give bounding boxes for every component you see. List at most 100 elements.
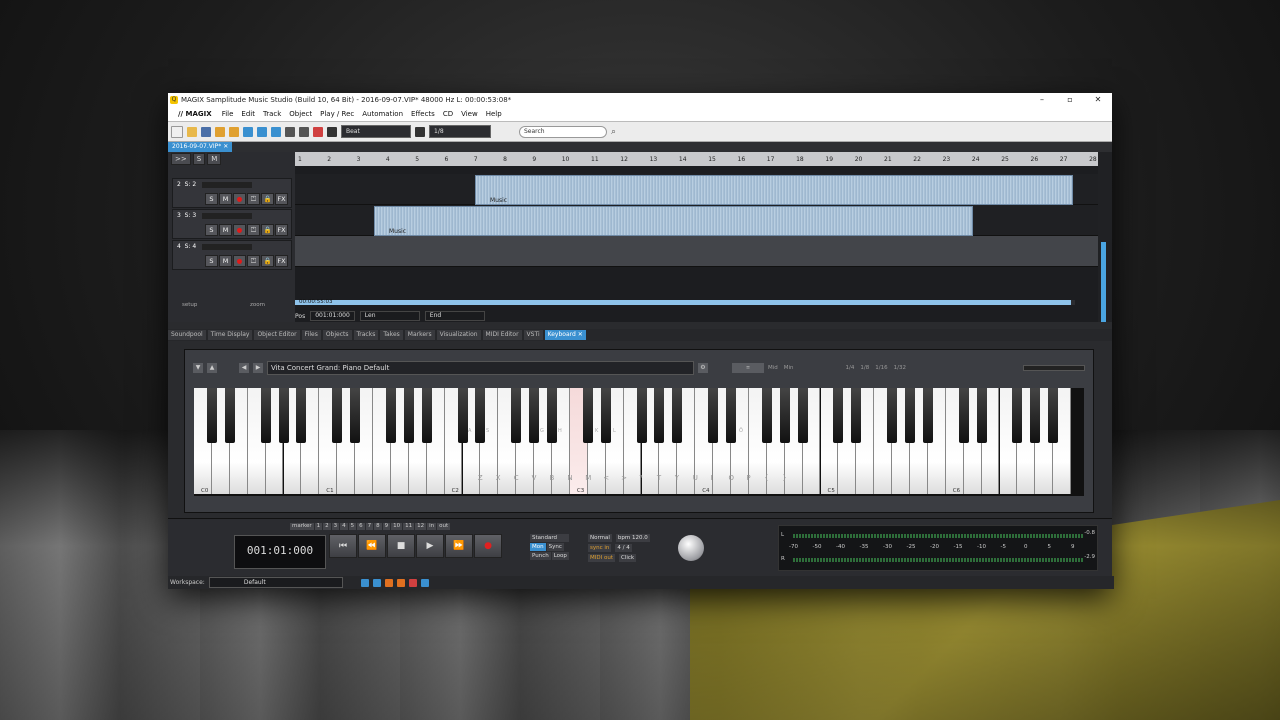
marker-button[interactable]: 1 — [314, 523, 323, 530]
maximize-button[interactable]: ▫ — [1056, 95, 1084, 104]
monitor-button[interactable]: ⏍ — [247, 255, 260, 267]
black-key[interactable] — [206, 388, 217, 443]
pos-field[interactable]: 001:01:000 — [310, 311, 355, 321]
black-key[interactable] — [797, 388, 808, 443]
len-field[interactable]: Len — [359, 311, 420, 321]
eraser-icon[interactable] — [313, 126, 323, 137]
marker-button[interactable]: 8 — [374, 523, 382, 530]
tab-vsti[interactable]: VSTi — [523, 330, 543, 340]
track-2[interactable]: 2 S: 2 S M ● ⏍ 🔒 FX — [172, 178, 292, 208]
black-key[interactable] — [511, 388, 522, 443]
record-arm-button[interactable]: ● — [233, 193, 246, 205]
menu-track[interactable]: Track — [263, 110, 281, 118]
horizontal-scrollbar[interactable]: 00:00:55:03 — [295, 299, 1075, 305]
lock-button[interactable]: 🔒 — [261, 224, 274, 236]
black-key[interactable] — [600, 388, 611, 443]
black-key[interactable] — [922, 388, 933, 443]
solo-all-button[interactable]: S — [192, 153, 206, 165]
black-key[interactable] — [833, 388, 844, 443]
mute-button[interactable]: M — [219, 224, 232, 236]
tab-objects[interactable]: Objects — [322, 330, 352, 340]
black-key[interactable] — [278, 388, 289, 443]
black-key[interactable] — [636, 388, 647, 443]
out-button[interactable]: out — [437, 523, 451, 530]
black-key[interactable] — [260, 388, 271, 443]
black-key[interactable] — [851, 388, 862, 443]
black-key[interactable] — [887, 388, 898, 443]
fast-forward-button[interactable]: ⏩ — [445, 534, 473, 558]
tab-takes[interactable]: Takes — [380, 330, 403, 340]
solo-button[interactable]: S — [205, 193, 218, 205]
black-key[interactable] — [421, 388, 432, 443]
lock-button[interactable]: 🔒 — [261, 193, 274, 205]
fx-button[interactable]: FX — [275, 193, 288, 205]
monitor-button[interactable]: ⏍ — [247, 224, 260, 236]
scroll-thumb[interactable] — [295, 300, 1071, 305]
black-key[interactable] — [1030, 388, 1041, 443]
record-button[interactable]: ● — [474, 534, 502, 558]
black-key[interactable] — [529, 388, 540, 443]
fx-tool-icon[interactable] — [420, 578, 429, 587]
menu-help[interactable]: Help — [486, 110, 502, 118]
tab-visualization[interactable]: Visualization — [436, 330, 481, 340]
black-key[interactable] — [761, 388, 772, 443]
fx-button[interactable]: FX — [275, 255, 288, 267]
monitor-button[interactable]: ⏍ — [247, 193, 260, 205]
range-tool-icon[interactable] — [229, 126, 239, 137]
marker-button[interactable]: 4 — [340, 523, 348, 530]
arpeggiator-icon[interactable]: ⠶ — [732, 363, 764, 373]
rewind-start-button[interactable]: ⏮ — [329, 534, 357, 558]
black-key[interactable] — [779, 388, 790, 443]
marker-button[interactable]: 9 — [382, 523, 391, 530]
track-3[interactable]: 3 S: 3 S M ● ⏍ 🔒 FX — [172, 209, 292, 239]
track-3-lane[interactable]: Music — [295, 205, 1098, 236]
marker-button[interactable]: 11 — [403, 523, 415, 530]
octave-up-icon[interactable]: ▲ — [207, 363, 217, 373]
end-field[interactable]: End — [424, 311, 485, 321]
grid-tool-icon[interactable] — [271, 126, 281, 137]
black-key[interactable] — [726, 388, 736, 443]
play-mode-select[interactable]: Normal — [588, 534, 612, 542]
audio-clip[interactable]: Music — [475, 175, 1073, 205]
transport-mode-select[interactable]: Standard — [530, 534, 569, 542]
menu-edit[interactable]: Edit — [241, 110, 255, 118]
arrange-tool-icon[interactable] — [257, 126, 267, 137]
close-button[interactable]: ✕ — [1084, 95, 1112, 104]
black-key[interactable] — [224, 388, 235, 443]
lock-button[interactable]: 🔒 — [261, 255, 274, 267]
snap-mode-select[interactable]: Beat — [341, 125, 411, 138]
grid-value-select[interactable]: 1/8 — [429, 125, 491, 138]
black-key[interactable] — [1048, 388, 1059, 443]
play-button[interactable]: ▶ — [416, 534, 444, 558]
layout-icon[interactable] — [360, 578, 369, 587]
in-button[interactable]: in — [427, 523, 437, 530]
expand-button[interactable]: >> — [171, 153, 191, 165]
black-key[interactable] — [582, 388, 593, 443]
tab-files[interactable]: Files — [301, 330, 321, 340]
record-arm-button[interactable]: ● — [233, 255, 246, 267]
stop-button[interactable]: ■ — [387, 534, 415, 558]
undo-icon[interactable] — [285, 126, 295, 137]
marker-button[interactable]: 10 — [391, 523, 403, 530]
track-4[interactable]: 4 S: 4 S M ● ⏍ 🔒 FX — [172, 240, 292, 270]
cut-tool-icon[interactable] — [243, 126, 253, 137]
octave-down-icon[interactable]: ▼ — [193, 363, 203, 373]
tab-markers[interactable]: Markers — [404, 330, 435, 340]
black-key[interactable] — [1012, 388, 1023, 443]
preset-prev-icon[interactable]: ◀ — [239, 363, 249, 373]
time-display[interactable]: 001:01:000 — [234, 535, 326, 569]
time-signature-field[interactable]: 4 / 4 — [615, 544, 632, 552]
black-key[interactable] — [654, 388, 665, 443]
menu-file[interactable]: File — [222, 110, 234, 118]
menu-play-rec[interactable]: Play / Rec — [320, 110, 354, 118]
mute-all-button[interactable]: M — [207, 153, 222, 165]
punch-toggle[interactable]: Punch — [530, 552, 551, 560]
audio-clip[interactable]: Music — [374, 206, 973, 236]
vertical-scrollbar[interactable] — [1101, 242, 1106, 322]
black-key[interactable] — [708, 388, 719, 443]
solo-button[interactable]: S — [205, 255, 218, 267]
monitor-toggle[interactable]: Mon — [530, 543, 546, 551]
black-key[interactable] — [547, 388, 557, 443]
piano-keyboard[interactable]: C0 C1 C2 C3 C4 C5 C6 | Z X C V B N M < >? T Y U I O P {} A S G H K L Ö — [194, 388, 1084, 496]
edit-tool-icon[interactable] — [384, 578, 393, 587]
